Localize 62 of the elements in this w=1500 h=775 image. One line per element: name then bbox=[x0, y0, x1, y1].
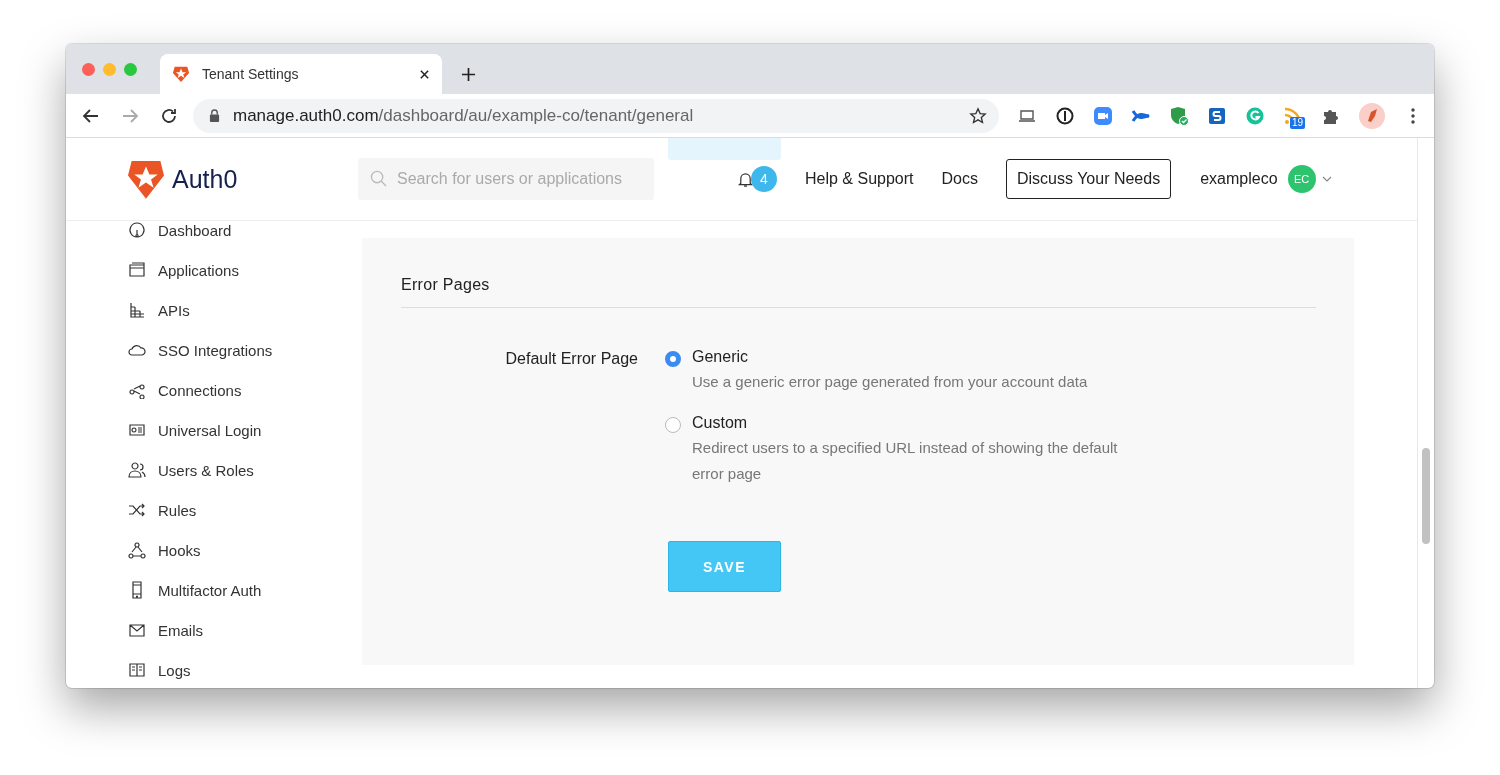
header-link[interactable]: Docs bbox=[941, 170, 978, 188]
sidebar-item[interactable]: Connections bbox=[128, 370, 362, 410]
header-link[interactable]: Help & Support bbox=[805, 170, 914, 188]
nav-icon bbox=[128, 221, 146, 239]
logo-text[interactable]: Auth0 bbox=[172, 164, 238, 194]
sidebar-item[interactable]: Dashboard bbox=[128, 210, 362, 250]
forward-icon[interactable] bbox=[121, 106, 139, 125]
search-field[interactable]: Search for users or applications bbox=[358, 158, 654, 200]
notification-badge: 4 bbox=[751, 166, 777, 192]
close-window-icon[interactable] bbox=[82, 63, 95, 76]
nav-icon bbox=[128, 621, 146, 639]
tab-title: Tenant Settings bbox=[202, 66, 300, 82]
s-square-icon[interactable] bbox=[1207, 105, 1227, 126]
g-circle-icon[interactable] bbox=[1245, 105, 1265, 126]
video-camera-icon[interactable] bbox=[1093, 105, 1113, 126]
sidebar-item[interactable]: Users & Roles bbox=[128, 450, 362, 490]
nav-icon bbox=[128, 501, 146, 519]
chevron-down-icon[interactable] bbox=[1321, 176, 1332, 182]
sidebar-item[interactable]: Hooks bbox=[128, 530, 362, 570]
profile-avatar-icon[interactable] bbox=[1359, 102, 1385, 129]
sidebar-item[interactable]: Applications bbox=[128, 250, 362, 290]
sidebar-item[interactable]: Multifactor Auth bbox=[128, 570, 362, 610]
new-tab-icon[interactable] bbox=[461, 67, 476, 82]
field-label: Default Error Page bbox=[504, 349, 639, 369]
shield-star-icon bbox=[128, 159, 164, 199]
sidebar-item[interactable]: Emails bbox=[128, 610, 362, 650]
bookmark-star-icon[interactable] bbox=[969, 106, 987, 125]
sidebar-item[interactable]: APIs bbox=[128, 290, 362, 330]
nav-icon bbox=[128, 301, 146, 319]
back-icon[interactable] bbox=[82, 106, 100, 125]
close-tab-icon[interactable] bbox=[419, 68, 430, 80]
shield-check-icon[interactable] bbox=[1169, 105, 1189, 126]
option-label[interactable]: Generic bbox=[692, 348, 1132, 366]
bell-icon[interactable] bbox=[738, 170, 753, 188]
option-description: Use a generic error page generated from your account data bbox=[692, 372, 1089, 392]
radio-button[interactable] bbox=[665, 417, 681, 433]
discuss-button[interactable]: Discuss Your Needs bbox=[1005, 159, 1172, 199]
sidebar-item[interactable]: Rules bbox=[128, 490, 362, 530]
nav-icon bbox=[128, 541, 146, 559]
section-title: Error Pages bbox=[401, 276, 1316, 308]
nav-icon bbox=[128, 661, 146, 679]
nav-icon bbox=[128, 261, 146, 279]
sidebar-item[interactable]: SSO Integrations bbox=[128, 330, 362, 370]
address-bar[interactable]: manage.auth0.com/dashboard/au/example-co/tenant/general bbox=[193, 98, 999, 133]
extension-badge: 19 bbox=[1290, 116, 1306, 129]
nav-icon bbox=[128, 461, 146, 479]
search-icon bbox=[370, 170, 387, 187]
sidebar-item[interactable]: Universal Login bbox=[128, 410, 362, 450]
nav-icon bbox=[128, 381, 146, 399]
account-name[interactable]: exampleco bbox=[1200, 170, 1278, 188]
browser-tab[interactable]: Tenant Settings bbox=[160, 54, 442, 94]
scrollbar-thumb[interactable] bbox=[1422, 448, 1430, 544]
option-label[interactable]: Custom bbox=[692, 414, 1132, 432]
radio-button[interactable] bbox=[665, 351, 681, 367]
nav-icon bbox=[128, 421, 146, 439]
url-text: manage.auth0.com/dashboard/au/example-co/tenant/general bbox=[233, 105, 695, 126]
reload-icon[interactable] bbox=[160, 106, 178, 125]
keyhole-circle-icon[interactable] bbox=[1055, 105, 1075, 126]
lock-icon bbox=[209, 109, 220, 122]
option-description: Redirect users to a specified URL instead of showing the default error page bbox=[692, 438, 1119, 484]
shield-star-icon bbox=[172, 65, 190, 83]
sidebar-item[interactable]: Logs bbox=[128, 650, 362, 688]
